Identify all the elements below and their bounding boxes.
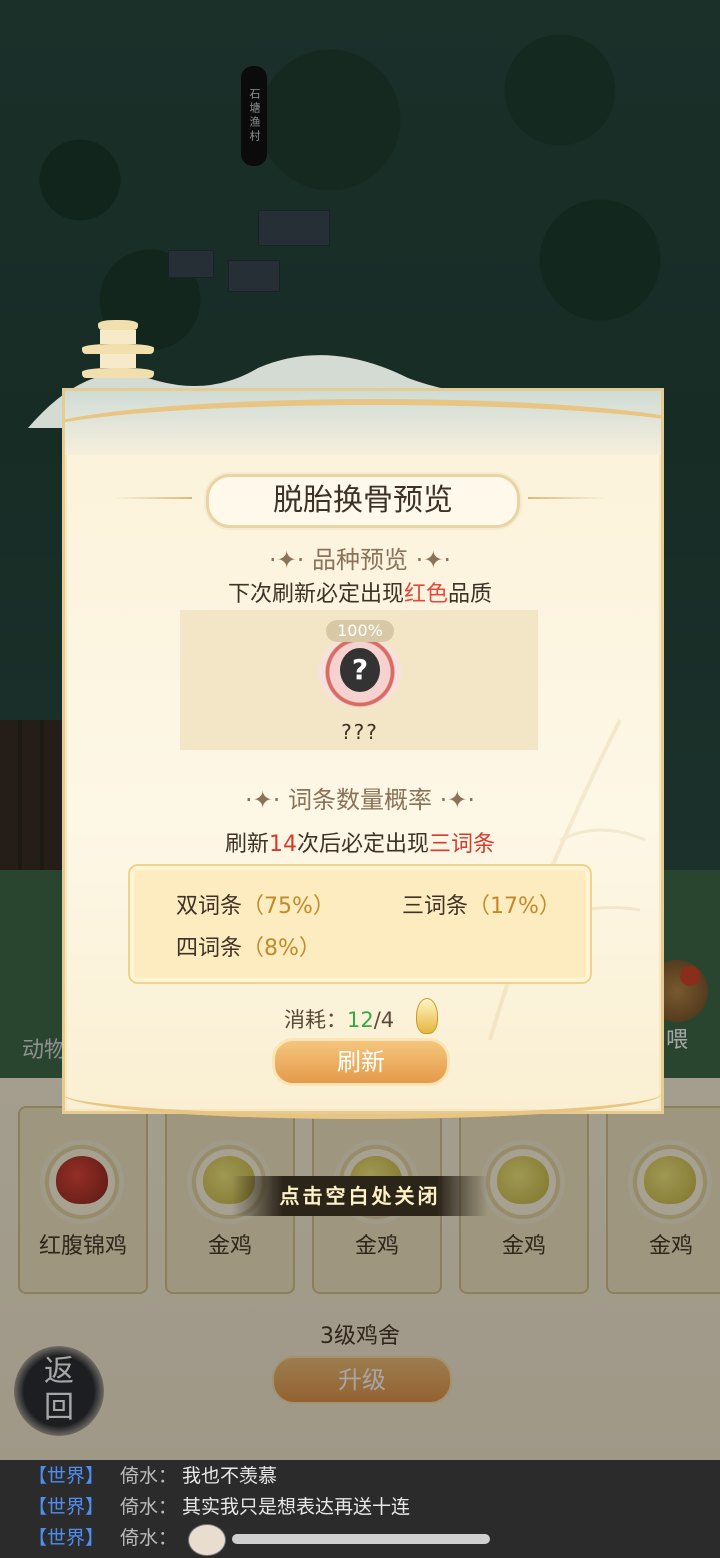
chat-sender[interactable]: 倚水： [120,1523,177,1553]
probability-value: （17%） [468,894,561,919]
trait-pity-desc: 刷新14次后必定出现三词条 [0,826,720,858]
probability-triple: 三词条（17%） [402,888,561,920]
chat-text: 其实我只是想表达再送十连 [182,1496,411,1518]
chat-channel: 【世界】 [28,1496,105,1518]
trait-highlight: 三词条 [429,832,496,857]
probability-double: 双词条（75%） [176,888,335,920]
dialog-footer-wave [62,1068,662,1119]
pity-count: 14 [268,832,297,857]
trait-desc-mid: 次后必定出现 [296,832,429,857]
quality-highlight: 红色 [403,582,448,607]
probability-label: 三词条 [402,894,469,919]
chat-channel: 【世界】 [28,1465,105,1487]
elixir-bottle-icon [416,998,438,1034]
breed-desc-prefix: 下次刷新必定出现 [227,582,404,607]
dialog-header-wave [65,391,661,455]
breed-preview-desc: 下次刷新必定出现红色品质 [0,576,720,608]
cost-display: 消耗：12/4 [284,1004,394,1034]
cost-need: /4 [373,1008,395,1032]
chat-sender[interactable]: 倚水： [120,1461,177,1491]
probability-label: 四词条 [176,936,243,961]
unknown-breed-name: ??? [341,720,379,744]
cost-have: 12 [347,1008,374,1032]
chat-message: 【世界】 倚水： 其实我只是想表达再送十连 [0,1492,720,1522]
dialog-title: 脱胎换骨预览 [273,483,453,518]
chat-channel: 【世界】 [28,1527,105,1549]
cost-label: 消耗： [284,1008,347,1032]
breed-desc-suffix: 品质 [448,582,493,607]
probability-quad: 四词条（8%） [176,930,321,962]
trait-probability-heading: ·✦· 词条数量概率 ·✦· [245,786,475,814]
probability-value: （8%） [242,936,321,961]
probability-box [128,864,592,984]
probability-label: 双词条 [176,894,243,919]
chat-sender[interactable]: 倚水： [120,1492,177,1522]
chat-text: 我也不羡慕 [182,1465,278,1487]
breed-chance-badge: 100% [326,620,394,642]
chat-message: 【世界】 倚水： 我也不羡慕 [0,1461,720,1491]
title-ornament-right [528,497,608,499]
pagoda-icon [82,318,154,388]
unknown-chicken-icon: ? [340,648,380,692]
close-hint: 点击空白处关闭 [232,1176,488,1216]
breed-preview-heading-text: 品种预览 [312,546,408,574]
trait-probability-heading-text: 词条数量概率 [288,786,432,814]
dialog-title-plate: 脱胎换骨预览 [206,474,520,528]
breed-preview-heading: ·✦· 品种预览 ·✦· [269,546,451,574]
voice-message-bar[interactable] [232,1534,490,1544]
sticker-emoji-icon [188,1524,226,1556]
probability-value: （75%） [242,894,335,919]
title-ornament-left [112,497,192,499]
trait-desc-prefix: 刷新 [224,832,269,857]
